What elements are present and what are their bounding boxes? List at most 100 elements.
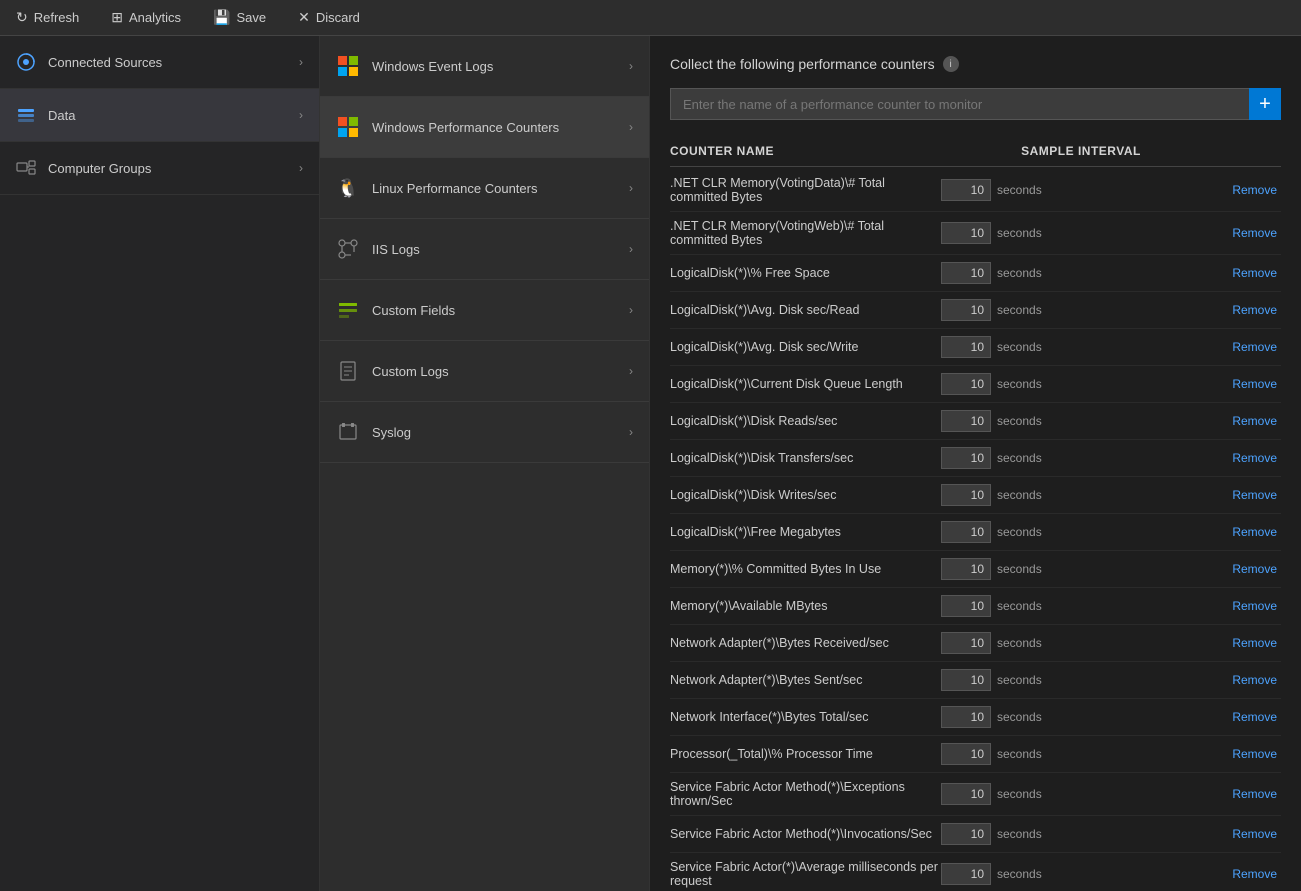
counter-name-5: LogicalDisk(*)\Current Disk Queue Length — [670, 377, 941, 391]
remove-button-16[interactable]: Remove — [1221, 787, 1281, 801]
add-counter-button[interactable]: + — [1249, 88, 1281, 120]
interval-input-17[interactable] — [941, 823, 991, 845]
interval-input-15[interactable] — [941, 743, 991, 765]
counter-name-15: Processor(_Total)\% Processor Time — [670, 747, 941, 761]
interval-input-13[interactable] — [941, 669, 991, 691]
interval-input-2[interactable] — [941, 262, 991, 284]
counter-name-6: LogicalDisk(*)\Disk Reads/sec — [670, 414, 941, 428]
remove-button-9[interactable]: Remove — [1221, 525, 1281, 539]
remove-button-7[interactable]: Remove — [1221, 451, 1281, 465]
remove-button-18[interactable]: Remove — [1221, 867, 1281, 881]
table-row: LogicalDisk(*)\Avg. Disk sec/Read second… — [670, 292, 1281, 329]
connected-sources-icon — [16, 52, 36, 72]
counter-name-18: Service Fabric Actor(*)\Average millisec… — [670, 860, 941, 888]
interval-input-11[interactable] — [941, 595, 991, 617]
interval-input-18[interactable] — [941, 863, 991, 885]
nav-item-linux-perf-counters[interactable]: 🐧 Linux Performance Counters › — [320, 158, 649, 219]
sidebar-item-data[interactable]: Data › — [0, 89, 319, 142]
nav-item-custom-logs[interactable]: Custom Logs › — [320, 341, 649, 402]
interval-input-9[interactable] — [941, 521, 991, 543]
interval-input-12[interactable] — [941, 632, 991, 654]
counter-name-1: .NET CLR Memory(VotingWeb)\# Total commi… — [670, 219, 941, 247]
table-header: COUNTER NAME SAMPLE INTERVAL — [670, 136, 1281, 167]
counter-name-13: Network Adapter(*)\Bytes Sent/sec — [670, 673, 941, 687]
remove-button-4[interactable]: Remove — [1221, 340, 1281, 354]
interval-cell-18: seconds — [941, 863, 1221, 885]
interval-input-1[interactable] — [941, 222, 991, 244]
counter-name-4: LogicalDisk(*)\Avg. Disk sec/Write — [670, 340, 941, 354]
counter-name-9: LogicalDisk(*)\Free Megabytes — [670, 525, 941, 539]
interval-input-0[interactable] — [941, 179, 991, 201]
table-row: Network Adapter(*)\Bytes Received/sec se… — [670, 625, 1281, 662]
refresh-button[interactable]: ↻ Refresh — [10, 5, 85, 30]
col-sample-interval-header: SAMPLE INTERVAL — [941, 144, 1221, 158]
nav-chevron-icon-5: › — [629, 303, 633, 317]
save-button[interactable]: 💾 Save — [207, 5, 272, 30]
remove-button-10[interactable]: Remove — [1221, 562, 1281, 576]
discard-button[interactable]: ✕ Discard — [292, 5, 366, 30]
counter-name-7: LogicalDisk(*)\Disk Transfers/sec — [670, 451, 941, 465]
table-row: Service Fabric Actor Method(*)\Invocatio… — [670, 816, 1281, 853]
interval-unit-5: seconds — [997, 377, 1047, 391]
remove-button-2[interactable]: Remove — [1221, 266, 1281, 280]
counter-name-3: LogicalDisk(*)\Avg. Disk sec/Read — [670, 303, 941, 317]
right-panel: Collect the following performance counte… — [650, 36, 1301, 891]
interval-input-3[interactable] — [941, 299, 991, 321]
nav-chevron-icon-2: › — [629, 120, 633, 134]
refresh-icon: ↻ — [16, 9, 28, 26]
remove-button-11[interactable]: Remove — [1221, 599, 1281, 613]
interval-input-6[interactable] — [941, 410, 991, 432]
remove-button-1[interactable]: Remove — [1221, 226, 1281, 240]
table-row: Memory(*)\% Committed Bytes In Use secon… — [670, 551, 1281, 588]
nav-item-iis-logs[interactable]: IIS Logs › — [320, 219, 649, 280]
custom-logs-icon — [336, 359, 360, 383]
interval-input-8[interactable] — [941, 484, 991, 506]
remove-button-14[interactable]: Remove — [1221, 710, 1281, 724]
counter-search-input[interactable] — [670, 88, 1249, 120]
sidebar-item-computer-groups[interactable]: Computer Groups › — [0, 142, 319, 195]
counter-table: COUNTER NAME SAMPLE INTERVAL .NET CLR Me… — [670, 136, 1281, 891]
interval-cell-5: seconds — [941, 373, 1221, 395]
interval-cell-17: seconds — [941, 823, 1221, 845]
table-row: LogicalDisk(*)\Free Megabytes seconds Re… — [670, 514, 1281, 551]
analytics-icon: ⊞ — [111, 9, 123, 26]
nav-item-windows-event-logs[interactable]: Windows Event Logs › — [320, 36, 649, 97]
interval-unit-17: seconds — [997, 827, 1047, 841]
remove-button-8[interactable]: Remove — [1221, 488, 1281, 502]
interval-input-16[interactable] — [941, 783, 991, 805]
remove-button-5[interactable]: Remove — [1221, 377, 1281, 391]
remove-button-3[interactable]: Remove — [1221, 303, 1281, 317]
interval-cell-13: seconds — [941, 669, 1221, 691]
table-row: LogicalDisk(*)\Avg. Disk sec/Write secon… — [670, 329, 1281, 366]
analytics-button[interactable]: ⊞ Analytics — [105, 5, 187, 30]
table-row: .NET CLR Memory(VotingData)\# Total comm… — [670, 169, 1281, 212]
remove-button-0[interactable]: Remove — [1221, 183, 1281, 197]
table-row: Network Adapter(*)\Bytes Sent/sec second… — [670, 662, 1281, 699]
sidebar-item-connected-sources[interactable]: Connected Sources › — [0, 36, 319, 89]
interval-unit-8: seconds — [997, 488, 1047, 502]
interval-input-10[interactable] — [941, 558, 991, 580]
remove-button-17[interactable]: Remove — [1221, 827, 1281, 841]
interval-input-7[interactable] — [941, 447, 991, 469]
interval-unit-1: seconds — [997, 226, 1047, 240]
info-icon[interactable]: i — [943, 56, 959, 72]
nav-chevron-icon-6: › — [629, 364, 633, 378]
interval-input-4[interactable] — [941, 336, 991, 358]
nav-chevron-icon-1: › — [629, 59, 633, 73]
remove-button-6[interactable]: Remove — [1221, 414, 1281, 428]
remove-button-15[interactable]: Remove — [1221, 747, 1281, 761]
remove-button-12[interactable]: Remove — [1221, 636, 1281, 650]
windows-event-logs-icon — [336, 54, 360, 78]
nav-chevron-icon-4: › — [629, 242, 633, 256]
table-row: .NET CLR Memory(VotingWeb)\# Total commi… — [670, 212, 1281, 255]
counter-name-2: LogicalDisk(*)\% Free Space — [670, 266, 941, 280]
counter-name-16: Service Fabric Actor Method(*)\Exception… — [670, 780, 941, 808]
nav-item-syslog[interactable]: Syslog › — [320, 402, 649, 463]
table-row: LogicalDisk(*)\Disk Transfers/sec second… — [670, 440, 1281, 477]
interval-input-14[interactable] — [941, 706, 991, 728]
interval-unit-4: seconds — [997, 340, 1047, 354]
nav-item-custom-fields[interactable]: Custom Fields › — [320, 280, 649, 341]
nav-item-windows-perf-counters[interactable]: Windows Performance Counters › — [320, 97, 649, 158]
remove-button-13[interactable]: Remove — [1221, 673, 1281, 687]
interval-input-5[interactable] — [941, 373, 991, 395]
